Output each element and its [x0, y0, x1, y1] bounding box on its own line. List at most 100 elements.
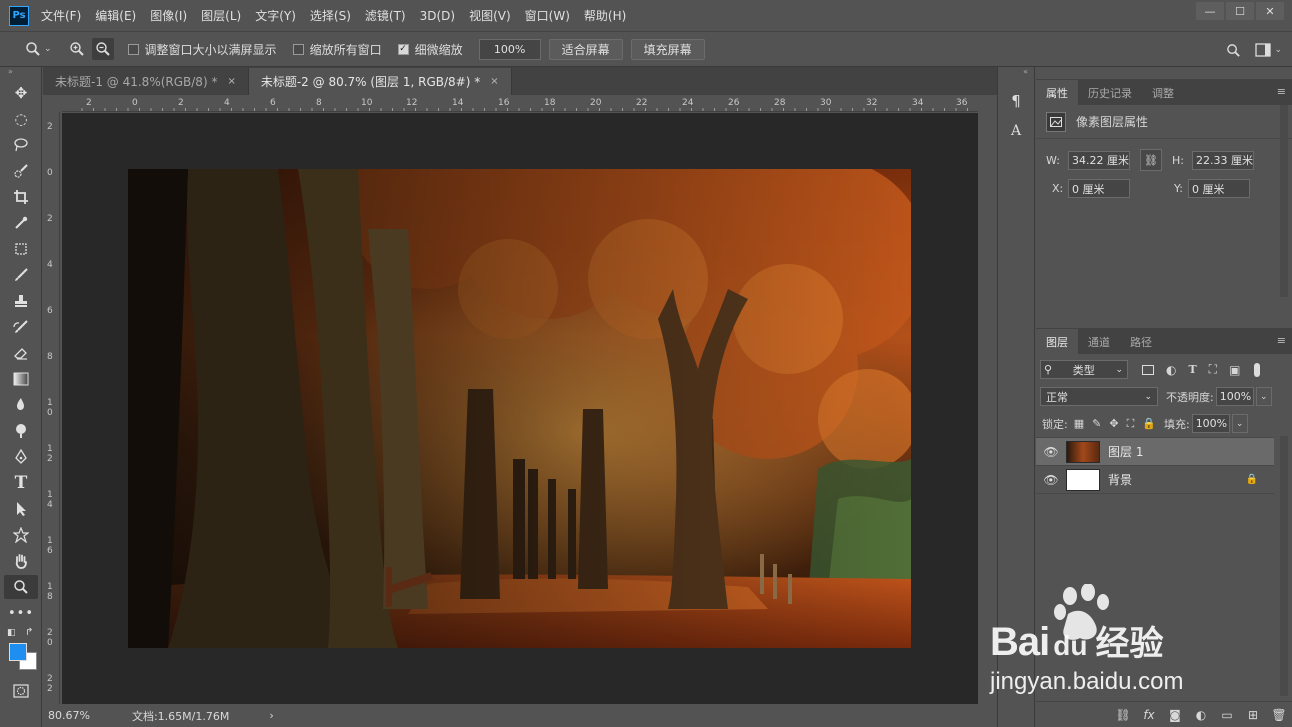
opacity-chevron-icon[interactable]: ⌄ [1255, 387, 1272, 406]
more-tools-icon[interactable]: ••• [4, 601, 38, 625]
menu-layer[interactable]: 图层(L) [201, 7, 241, 24]
layers-scrollbar[interactable] [1280, 436, 1288, 696]
filter-toggle-icon[interactable] [1254, 362, 1261, 377]
fill-field[interactable]: 100% [1191, 414, 1230, 433]
ruler-corner[interactable] [43, 97, 60, 112]
menu-select[interactable]: 选择(S) [310, 7, 351, 24]
blur-tool-icon[interactable] [4, 393, 38, 417]
lock-image-icon[interactable]: ✎ [1092, 417, 1101, 430]
autumn-forest-image[interactable] [128, 169, 911, 648]
stamp-tool-icon[interactable] [4, 289, 38, 313]
panel-menu-icon[interactable]: ≡ [1277, 85, 1286, 98]
status-zoom[interactable]: 80.67% [48, 709, 90, 722]
fit-screen-button[interactable]: 适合屏幕 [548, 38, 623, 60]
link-icon[interactable]: ⛓ [1140, 149, 1162, 171]
menu-file[interactable]: 文件(F) [41, 7, 81, 24]
character-icon[interactable]: A [1002, 119, 1030, 143]
resize-windows-checkbox[interactable] [127, 43, 139, 55]
chevron-down-icon[interactable]: ⌄ [44, 44, 52, 54]
frame-tool-icon[interactable] [4, 237, 38, 261]
crop-tool-icon[interactable] [4, 185, 38, 209]
new-group-icon[interactable]: ▭ [1214, 708, 1240, 722]
lock-artboard-icon[interactable]: ⛶ [1127, 417, 1135, 431]
paragraph-icon[interactable]: ¶ [1002, 89, 1030, 113]
lasso-tool-icon[interactable] [4, 133, 38, 157]
layer-row-background[interactable]: 👁 背景 🔒 [1036, 466, 1274, 494]
gradient-tool-icon[interactable] [4, 367, 38, 391]
zoom-all-checkbox[interactable] [292, 43, 304, 55]
layer-row-layer1[interactable]: 👁 图层 1 [1036, 438, 1274, 466]
close-icon[interactable]: × [490, 76, 498, 87]
tab-paths[interactable]: 路径 [1120, 329, 1162, 354]
zoom-out-icon[interactable] [91, 38, 114, 60]
filter-pixel-icon[interactable] [1142, 364, 1154, 375]
close-icon[interactable]: ✕ [1256, 2, 1284, 20]
tab-document-2[interactable]: 未标题-2 @ 80.7% (图层 1, RGB/8#) * × [248, 68, 512, 95]
visibility-eye-icon[interactable]: 👁 [1036, 445, 1066, 459]
eraser-tool-icon[interactable] [4, 341, 38, 365]
layer-name[interactable]: 背景 [1108, 471, 1246, 488]
scrubby-zoom-checkbox[interactable]: ✓ [397, 43, 409, 55]
default-colors-icon[interactable]: ◧ [7, 628, 16, 638]
y-field[interactable]: 0 厘米 [1188, 179, 1250, 198]
workspace-chevron-icon[interactable]: ⌄ [1274, 45, 1282, 55]
delete-layer-icon[interactable]: 🗑 [1266, 708, 1292, 722]
fx-icon[interactable]: fx [1136, 708, 1162, 722]
zoom-tool-icon[interactable] [4, 575, 38, 599]
fill-screen-button[interactable]: 填充屏幕 [630, 38, 705, 60]
history-brush-tool-icon[interactable] [4, 315, 38, 339]
close-icon[interactable]: × [227, 76, 235, 87]
zoom-all-option[interactable]: 缩放所有窗口 [292, 41, 382, 58]
layer-filter-dropdown[interactable]: ⚲ 类型 ⌄ [1040, 360, 1128, 379]
zoom-tool-preset-icon[interactable] [22, 38, 44, 60]
width-field[interactable]: 34.22 厘米 [1068, 150, 1130, 170]
menu-view[interactable]: 视图(V) [469, 7, 511, 24]
panel-menu-icon[interactable]: ≡ [1277, 334, 1286, 347]
search-icon[interactable] [1222, 39, 1244, 61]
tab-history[interactable]: 历史记录 [1078, 80, 1142, 105]
zoom-value-field[interactable]: 100% [478, 38, 541, 60]
tab-channels[interactable]: 通道 [1078, 329, 1120, 354]
properties-scrollbar[interactable] [1280, 105, 1288, 297]
link-layers-icon[interactable]: ⛓ [1110, 708, 1136, 722]
lock-all-icon[interactable]: 🔒 [1142, 417, 1156, 430]
layer-name[interactable]: 图层 1 [1108, 443, 1143, 460]
menu-type[interactable]: 文字(Y) [255, 7, 296, 24]
visibility-eye-icon[interactable]: 👁 [1036, 473, 1066, 487]
menu-filter[interactable]: 滤镜(T) [365, 7, 406, 24]
filter-adjustment-icon[interactable]: ◐ [1166, 363, 1176, 377]
quick-mask-icon[interactable] [4, 679, 38, 703]
move-tool-icon[interactable]: ✥ [4, 81, 38, 105]
new-layer-icon[interactable]: ⊞ [1240, 708, 1266, 722]
eyedropper-tool-icon[interactable] [4, 211, 38, 235]
ruler-vertical[interactable]: 2 0 2 4 6 8 1 0 1 2 1 4 1 6 1 8 2 0 2 2 [43, 112, 60, 704]
adjustment-layer-icon[interactable]: ◐ [1188, 708, 1214, 722]
quick-selection-tool-icon[interactable] [4, 159, 38, 183]
marquee-tool-icon[interactable]: ◌ [4, 107, 38, 131]
path-selection-tool-icon[interactable] [4, 497, 38, 521]
opacity-field[interactable]: 100% [1215, 387, 1254, 406]
fill-chevron-icon[interactable]: ⌄ [1231, 414, 1248, 433]
scrubby-zoom-option[interactable]: ✓ 细微缩放 [397, 41, 463, 58]
maximize-icon[interactable]: ☐ [1226, 2, 1254, 20]
zoom-in-icon[interactable] [66, 38, 88, 60]
x-field[interactable]: 0 厘米 [1068, 179, 1130, 198]
document-canvas[interactable] [62, 113, 978, 704]
menu-edit[interactable]: 编辑(E) [95, 7, 136, 24]
shape-tool-icon[interactable] [4, 523, 38, 547]
collapse-arrows-icon[interactable]: « [998, 67, 1034, 79]
filter-type-icon[interactable]: T [1188, 363, 1196, 376]
workspace-icon[interactable] [1252, 39, 1274, 61]
hand-tool-icon[interactable] [4, 549, 38, 573]
pen-tool-icon[interactable] [4, 445, 38, 469]
collapse-arrows-icon[interactable]: » [0, 67, 41, 79]
foreground-color-swatch[interactable] [9, 643, 27, 661]
resize-windows-option[interactable]: 调整窗口大小以满屏显示 [127, 41, 277, 58]
height-field[interactable]: 22.33 厘米 [1192, 150, 1254, 170]
ruler-horizontal[interactable]: 2 0 2 4 6 8 10 12 14 16 18 20 22 24 26 2… [62, 97, 978, 112]
swap-colors-icon[interactable]: ↱ [25, 627, 33, 638]
tab-document-1[interactable]: 未标题-1 @ 41.8%(RGB/8) * × [43, 68, 249, 95]
tab-properties[interactable]: 属性 [1036, 80, 1078, 105]
menu-image[interactable]: 图像(I) [150, 7, 187, 24]
dodge-tool-icon[interactable] [4, 419, 38, 443]
